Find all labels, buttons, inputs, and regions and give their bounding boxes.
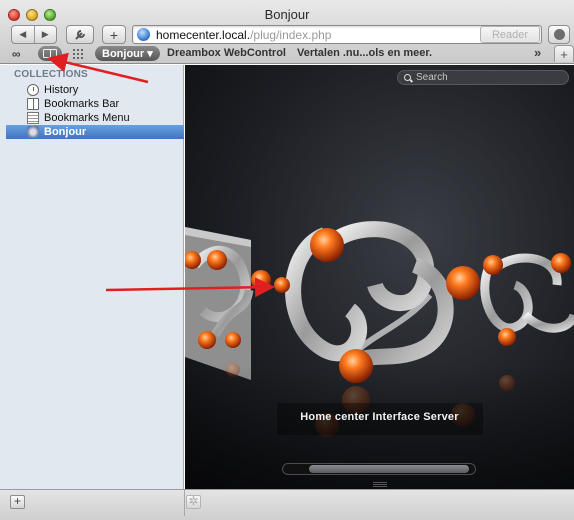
bookmark-folder-bonjour[interactable]: Bonjour ▾ [95, 46, 160, 61]
forward-arrow-icon[interactable]: ▶ [35, 29, 57, 40]
show-all-bookmarks-button[interactable] [38, 46, 62, 61]
globe-icon [137, 28, 150, 41]
sidebar-item-label: History [44, 84, 79, 96]
menu-list-icon [27, 112, 39, 124]
collections-sidebar: COLLECTIONS History Bookmarks Bar Bookma… [0, 65, 184, 489]
sidebar-item-bonjour[interactable]: Bonjour [6, 125, 184, 139]
more-bookmarks-chevron-icon[interactable]: » [534, 45, 541, 60]
coverflow-view: Home center Interface Server [185, 65, 574, 489]
sidebar-item-history[interactable]: History [6, 83, 184, 97]
coverflow-artwork [185, 221, 574, 489]
download-icon [553, 29, 565, 40]
url-path: /plug/index.php [250, 27, 332, 42]
coverflow-card-center[interactable] [274, 221, 480, 383]
clock-icon [27, 84, 39, 96]
book-icon [27, 98, 39, 110]
search-input[interactable] [416, 72, 556, 83]
reader-button[interactable]: Reader [480, 26, 540, 43]
open-book-icon [43, 49, 57, 58]
gear-icon[interactable]: ✲ [186, 495, 201, 509]
back-arrow-icon[interactable]: ◀ [12, 29, 34, 40]
wrench-icon[interactable] [66, 25, 94, 44]
collections-heading: COLLECTIONS [14, 69, 88, 80]
coverflow-scroll-thumb[interactable] [309, 465, 469, 473]
bottom-bar: + ✲ [0, 489, 574, 520]
coverflow-scrollbar[interactable] [282, 463, 476, 475]
top-sites-grid-icon[interactable] [72, 48, 85, 59]
add-collection-button[interactable]: + [10, 495, 25, 509]
bookmark-link-dreambox[interactable]: Dreambox WebControl [167, 47, 286, 59]
reading-list-icon[interactable]: ∞ [12, 47, 34, 61]
window-toolbar: Bonjour ◀ ▶ + homecenter.local./plug/ind… [0, 0, 574, 64]
bookmark-link-vertalen[interactable]: Vertalen .nu...ols en meer. [297, 47, 432, 59]
coverflow-caption: Home center Interface Server [300, 411, 459, 423]
wrench-glyph [75, 29, 85, 40]
url-host: homecenter.local. [156, 27, 251, 42]
sidebar-item-bookmarks-bar[interactable]: Bookmarks Bar [6, 97, 184, 111]
resize-grip[interactable] [373, 482, 387, 487]
sidebar-item-label: Bookmarks Menu [44, 112, 130, 124]
window-title: Bonjour [264, 7, 310, 22]
divider [184, 490, 185, 516]
new-tab-button[interactable]: + [554, 45, 574, 62]
coverflow-card-right[interactable] [480, 253, 574, 346]
bonjour-icon [27, 126, 39, 138]
sidebar-item-label: Bookmarks Bar [44, 98, 120, 110]
coverflow-search-field[interactable] [397, 70, 569, 85]
downloads-button[interactable] [548, 25, 570, 44]
sidebar-item-bookmarks-menu[interactable]: Bookmarks Menu [6, 111, 184, 125]
sidebar-item-label: Bonjour [44, 126, 87, 138]
add-bookmark-button[interactable]: + [102, 25, 126, 44]
search-icon [404, 74, 411, 81]
back-forward-buttons: ◀ ▶ [11, 25, 57, 44]
coverflow-card-left[interactable] [185, 227, 271, 380]
